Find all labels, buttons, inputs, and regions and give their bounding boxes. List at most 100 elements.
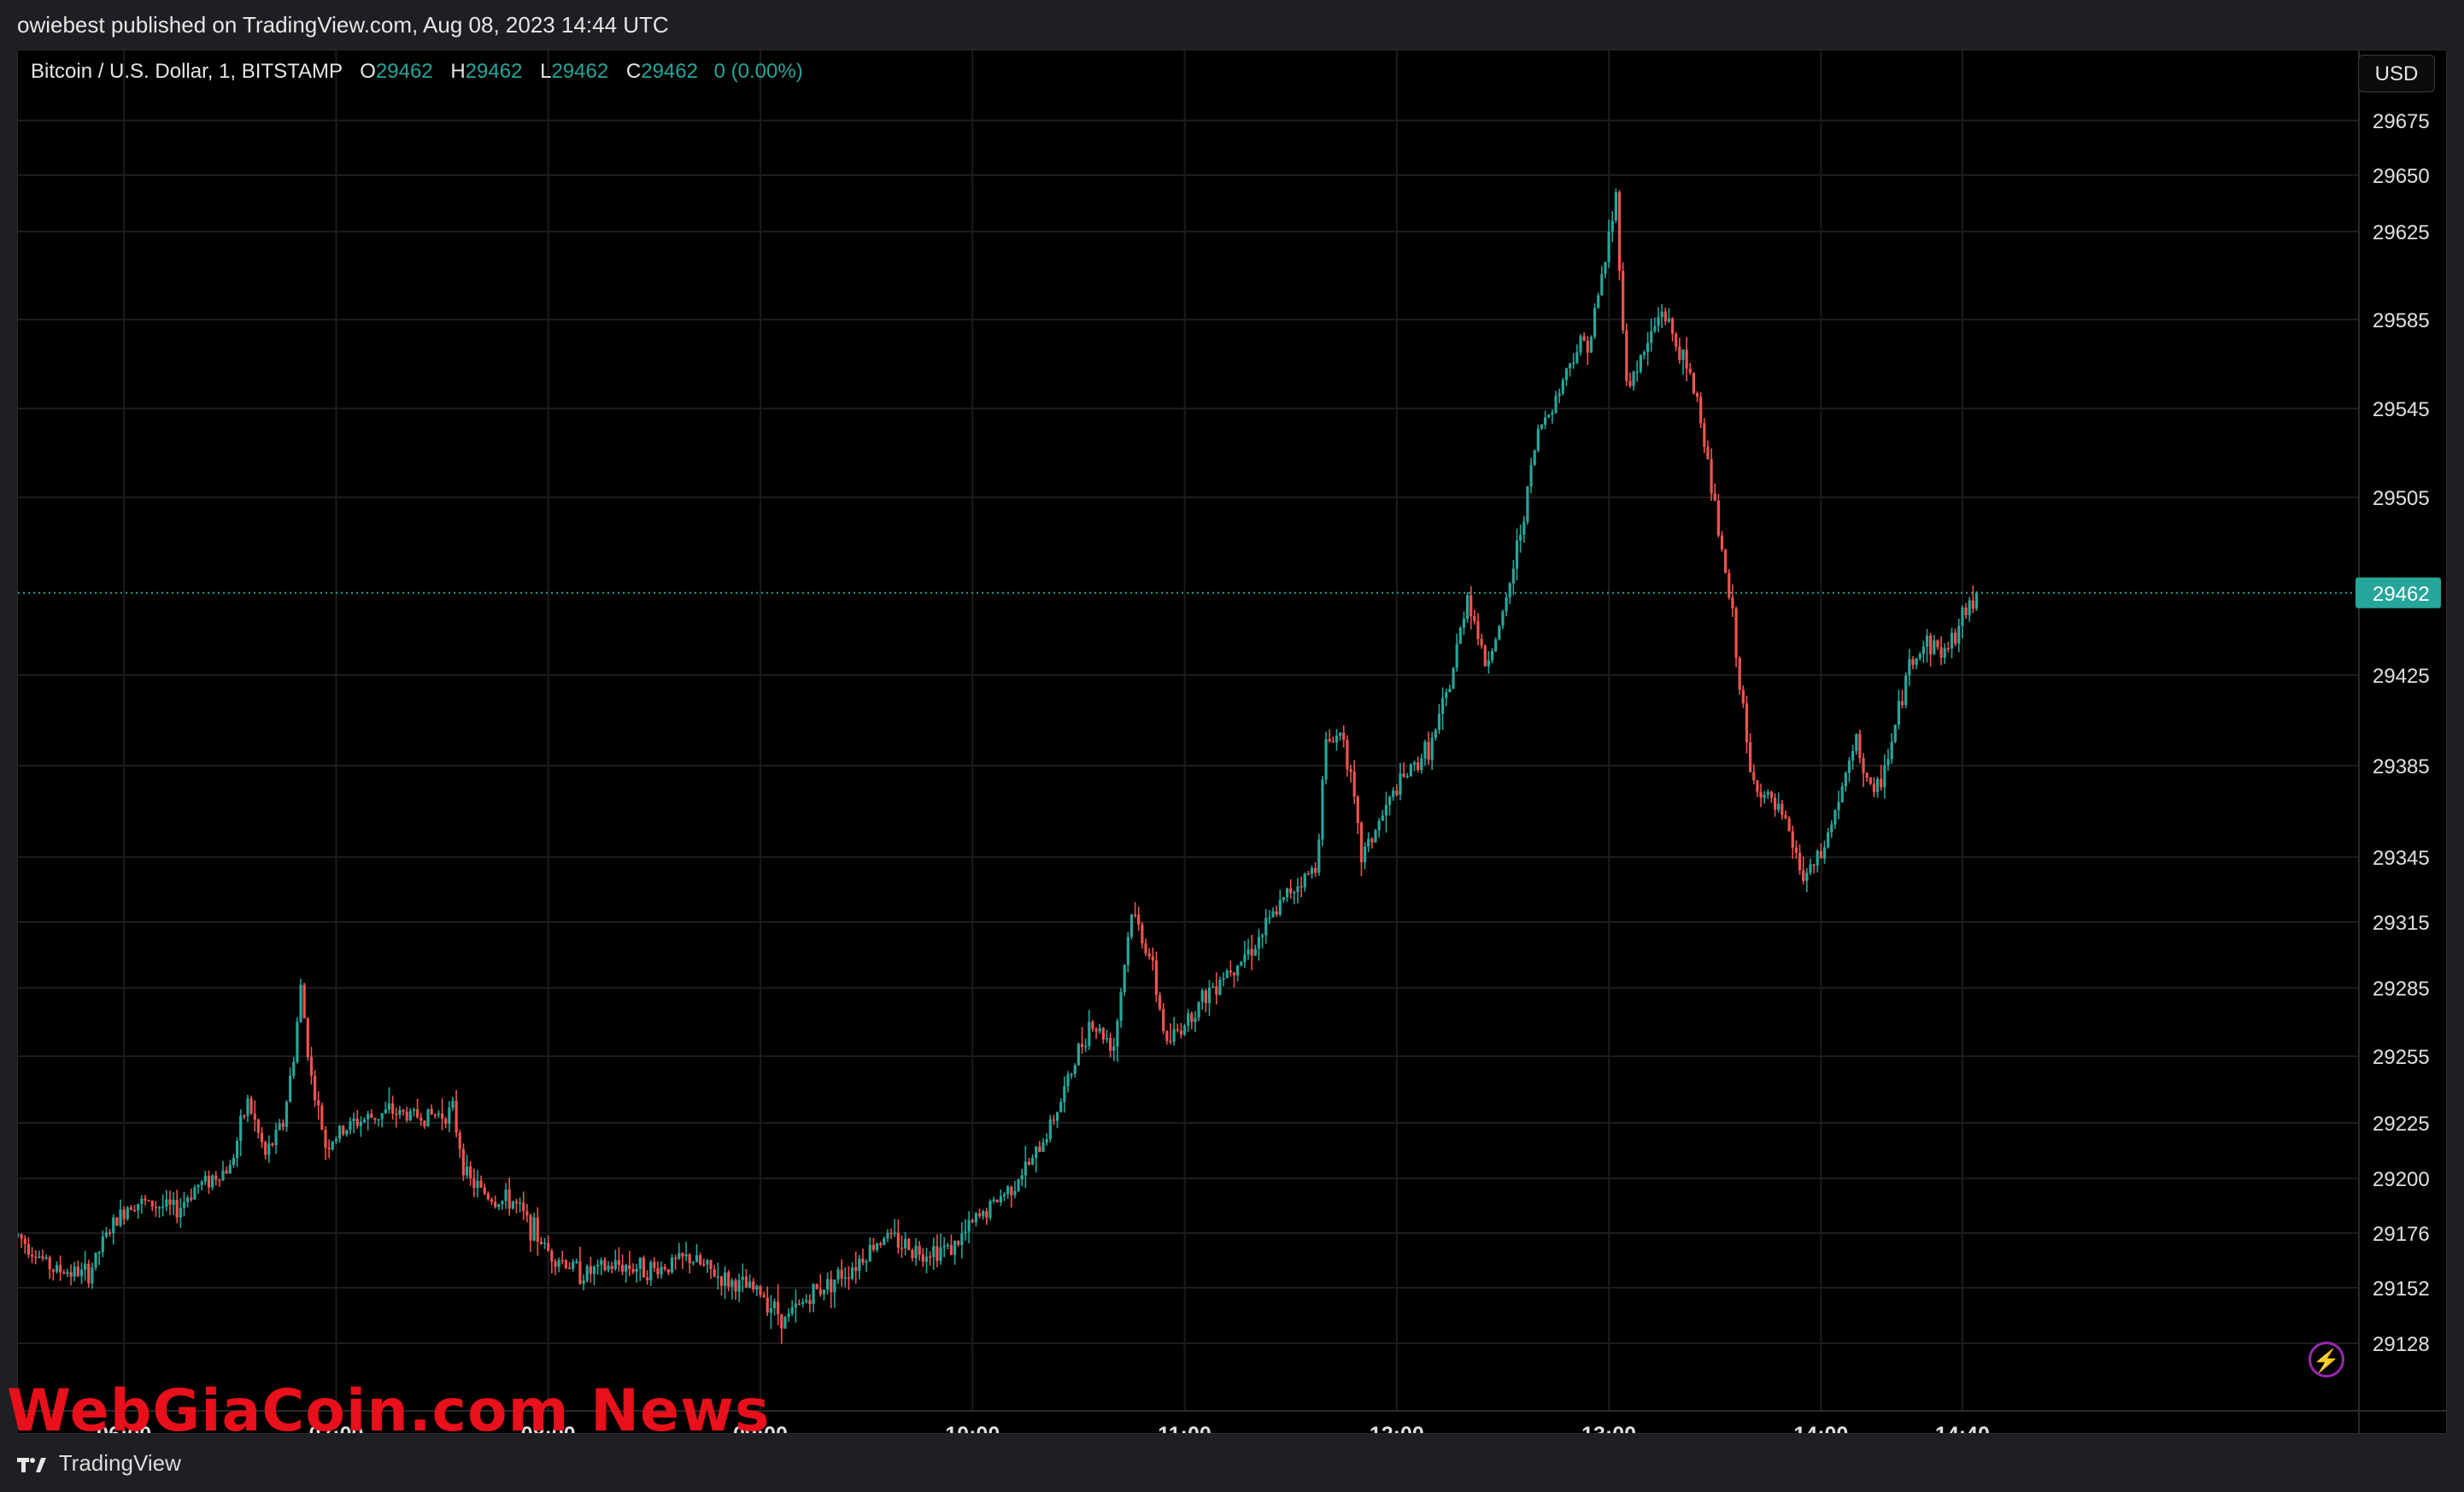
candle-body bbox=[1787, 818, 1791, 831]
candle-body bbox=[419, 1117, 423, 1121]
candle-body bbox=[1897, 701, 1901, 725]
candle-body bbox=[585, 1266, 589, 1281]
candle-body bbox=[190, 1197, 193, 1200]
candle-body bbox=[766, 1297, 769, 1313]
candle-body bbox=[1165, 1031, 1169, 1041]
candle-body bbox=[1020, 1175, 1024, 1180]
candle-body bbox=[936, 1246, 939, 1261]
candle-body bbox=[868, 1244, 871, 1261]
candle-body bbox=[539, 1242, 543, 1244]
candle-body bbox=[1766, 791, 1769, 796]
candle-body bbox=[1586, 340, 1589, 353]
lightning-icon[interactable]: ⚡ bbox=[2309, 1342, 2344, 1377]
candle-body bbox=[805, 1300, 808, 1302]
candlestick-chart[interactable]: 29128 29152 29176 29200 29225 29255 29285 29315… bbox=[18, 50, 2446, 1433]
candle-body bbox=[469, 1166, 472, 1178]
candle-body bbox=[660, 1266, 663, 1275]
candle-body bbox=[1610, 220, 1614, 232]
candle-body bbox=[412, 1109, 416, 1112]
price-tick-label: 29152 bbox=[2373, 1278, 2430, 1301]
candle-body bbox=[309, 1056, 314, 1076]
candle-body bbox=[320, 1105, 324, 1131]
candle-body bbox=[879, 1243, 883, 1245]
candle-body bbox=[1526, 486, 1529, 522]
candle-body bbox=[1289, 888, 1293, 894]
candle-body bbox=[1904, 675, 1908, 706]
candle-body bbox=[1448, 689, 1452, 692]
candle-body bbox=[62, 1272, 66, 1274]
candle-body bbox=[182, 1201, 186, 1208]
candle-body bbox=[1236, 965, 1240, 976]
candle-body bbox=[1119, 992, 1123, 1021]
candle-body bbox=[1387, 796, 1392, 805]
candle-body bbox=[1561, 379, 1564, 394]
candle-body bbox=[1918, 654, 1921, 659]
price-tick-label: 29225 bbox=[2373, 1113, 2430, 1136]
candle-body bbox=[613, 1260, 617, 1269]
candle-body bbox=[709, 1260, 713, 1270]
candle-body bbox=[918, 1245, 921, 1255]
candle-body bbox=[377, 1119, 380, 1121]
candle-body bbox=[1465, 595, 1470, 619]
candle-body bbox=[932, 1246, 936, 1258]
candle-body bbox=[1038, 1146, 1041, 1152]
candle-body bbox=[437, 1113, 441, 1115]
candle-body bbox=[1384, 804, 1388, 816]
candle-body bbox=[172, 1200, 175, 1205]
candle-body bbox=[345, 1130, 349, 1135]
candle-body bbox=[1827, 831, 1830, 848]
candle-body bbox=[232, 1158, 236, 1166]
candle-body bbox=[797, 1303, 801, 1306]
tradingview-logo-icon[interactable] bbox=[17, 1456, 46, 1473]
currency-button[interactable]: USD bbox=[2358, 55, 2435, 92]
candle-body bbox=[1285, 888, 1289, 898]
time-tick-label: 14:00 bbox=[1793, 1423, 1848, 1433]
candle-body bbox=[914, 1245, 918, 1259]
price-tick-label: 29585 bbox=[2373, 309, 2430, 332]
candle-body bbox=[1773, 797, 1777, 810]
candle-body bbox=[461, 1148, 465, 1176]
low-value: 29462 bbox=[551, 60, 609, 83]
candle-body bbox=[1063, 1086, 1066, 1102]
candle-body bbox=[1222, 978, 1225, 980]
candle-body bbox=[1352, 772, 1356, 797]
candle-body bbox=[1109, 1037, 1112, 1051]
candle-body bbox=[974, 1213, 977, 1223]
candle-body bbox=[1844, 772, 1847, 787]
chart-frame[interactable]: 29128 29152 29176 29200 29225 29255 29285 29315… bbox=[17, 50, 2447, 1434]
candle-body bbox=[1498, 626, 1501, 640]
candle-body bbox=[426, 1108, 430, 1127]
candle-body bbox=[1070, 1073, 1073, 1076]
open-value: 29462 bbox=[375, 60, 433, 83]
candle-body bbox=[225, 1170, 228, 1174]
candle-body bbox=[1617, 191, 1622, 271]
candle-body bbox=[1462, 618, 1466, 628]
candle-body bbox=[1314, 867, 1317, 873]
candle-body bbox=[1094, 1029, 1098, 1032]
candle-body bbox=[592, 1266, 596, 1274]
candle-body bbox=[1278, 899, 1282, 915]
candle-body bbox=[1809, 864, 1812, 873]
candle-body bbox=[1441, 697, 1445, 714]
candle-body bbox=[34, 1256, 38, 1258]
candle-body bbox=[1402, 773, 1405, 777]
candle-body bbox=[1207, 987, 1211, 1003]
candle-body bbox=[741, 1276, 744, 1280]
candle-body bbox=[656, 1267, 660, 1275]
candle-body bbox=[567, 1267, 572, 1270]
candle-body bbox=[730, 1280, 734, 1287]
candle-body bbox=[529, 1215, 532, 1241]
candle-body bbox=[536, 1217, 539, 1242]
candle-body bbox=[55, 1265, 59, 1272]
symbol-legend: Bitcoin / U.S. Dollar, 1, BITSTAMP O2946… bbox=[31, 60, 803, 84]
candle-body bbox=[1954, 632, 1957, 644]
candle-body bbox=[1936, 640, 1939, 648]
time-tick-label: 14:40 bbox=[1935, 1423, 1990, 1433]
footer-brand[interactable]: TradingView bbox=[59, 1450, 181, 1476]
price-tick-label: 29385 bbox=[2373, 755, 2430, 778]
candle-body bbox=[1939, 647, 1943, 658]
candle-body bbox=[455, 1101, 458, 1133]
candle-body bbox=[589, 1266, 592, 1274]
candle-body bbox=[801, 1301, 805, 1304]
candle-body bbox=[858, 1258, 861, 1272]
